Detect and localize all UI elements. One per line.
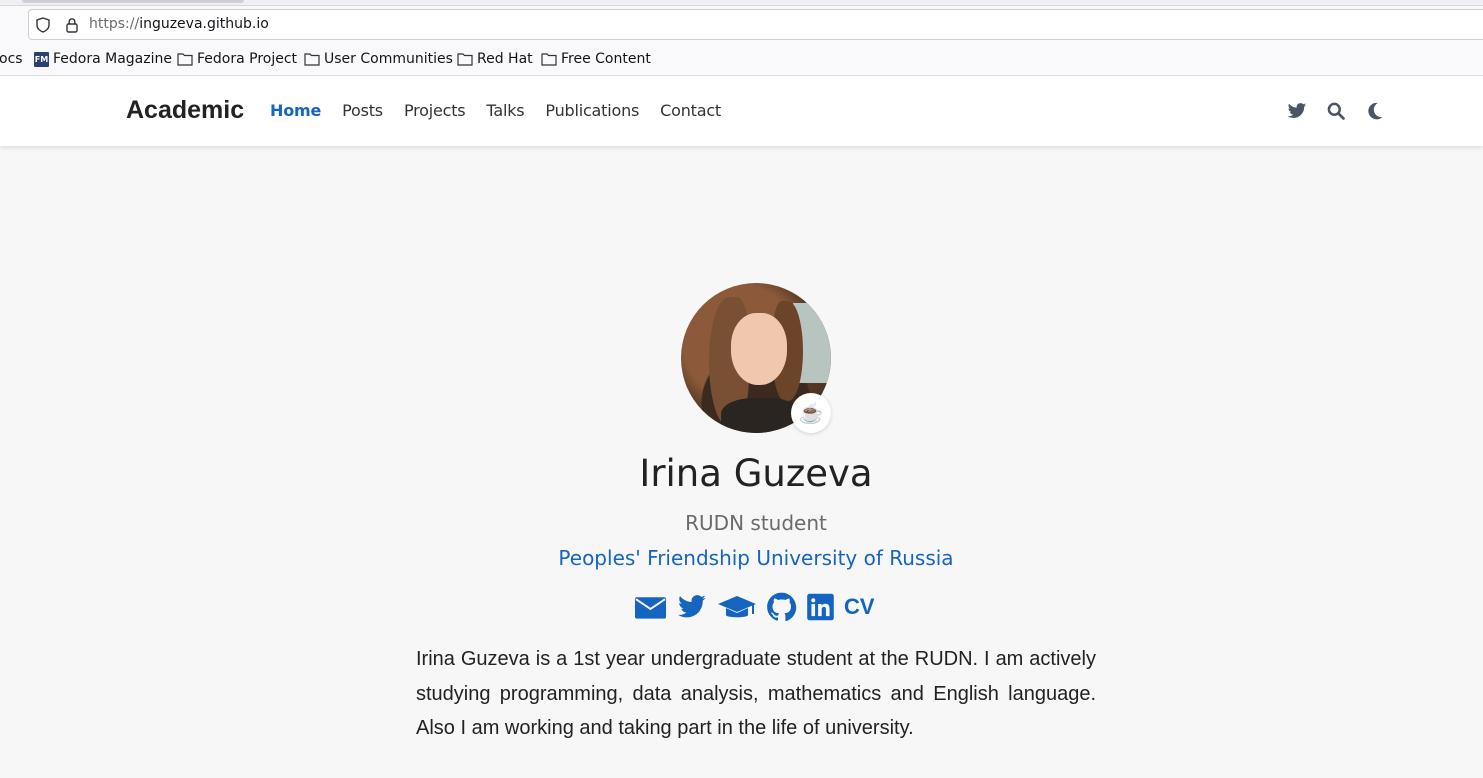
- folder-icon: [177, 53, 193, 66]
- nav-contact[interactable]: Contact: [660, 101, 721, 120]
- status-emoji: ☕: [791, 393, 831, 433]
- url-scheme: https://: [89, 16, 140, 32]
- bookmark-fedora-project[interactable]: Fedora Project: [177, 51, 297, 67]
- nav-talks[interactable]: Talks: [486, 101, 524, 120]
- profile-role: RUDN student: [685, 511, 827, 535]
- github-icon[interactable]: [766, 592, 797, 622]
- fedora-magazine-icon: FM: [34, 51, 49, 67]
- shield-icon[interactable]: [35, 17, 51, 33]
- bookmark-label: Free Content: [561, 51, 651, 67]
- cv-link[interactable]: CV: [844, 594, 875, 620]
- envelope-icon[interactable]: [634, 592, 667, 622]
- active-tab-edge[interactable]: [22, 0, 244, 3]
- folder-icon: [541, 53, 557, 66]
- bookmarks-bar: ocs FM Fedora Magazine Fedora Project Us…: [0, 44, 1483, 76]
- bookmark-label: User Communities: [324, 51, 453, 67]
- linkedin-icon[interactable]: [806, 592, 835, 622]
- folder-icon: [457, 53, 473, 66]
- bookmark-fedora-magazine[interactable]: FM Fedora Magazine: [34, 51, 172, 67]
- nav-publications[interactable]: Publications: [545, 101, 639, 120]
- moon-icon[interactable]: [1365, 101, 1385, 121]
- bookmark-label: ocs: [0, 51, 23, 67]
- twitter-icon[interactable]: [676, 592, 708, 622]
- profile-name: Irina Guzeva: [639, 452, 873, 495]
- url-text[interactable]: https://inguzeva.github.io: [89, 16, 269, 32]
- avatar: ☕: [681, 283, 831, 433]
- twitter-icon[interactable]: [1287, 101, 1307, 121]
- bookmark-label: Red Hat: [477, 51, 533, 67]
- avatar-face: [731, 313, 787, 385]
- url-bar[interactable]: https://inguzeva.github.io: [28, 9, 1483, 40]
- bookmark-user-communities[interactable]: User Communities: [304, 51, 453, 67]
- nav-home[interactable]: Home: [270, 101, 321, 120]
- bookmark-label: Fedora Magazine: [53, 51, 172, 67]
- site-brand[interactable]: Academic: [126, 96, 244, 125]
- site-navbar: Academic Home Posts Projects Talks Publi…: [0, 76, 1483, 146]
- avatar-shirt: [721, 398, 801, 433]
- bookmark-free-content[interactable]: Free Content: [541, 51, 651, 67]
- social-links: CV: [634, 592, 875, 622]
- bookmark-red-hat[interactable]: Red Hat: [457, 51, 533, 67]
- bookmark-docs[interactable]: ocs: [0, 51, 23, 67]
- lock-icon[interactable]: [65, 17, 79, 33]
- nav-projects[interactable]: Projects: [404, 101, 466, 120]
- nav-links: Home Posts Projects Talks Publications C…: [270, 101, 742, 120]
- graduation-cap-icon[interactable]: [717, 592, 757, 622]
- search-icon[interactable]: [1326, 101, 1346, 121]
- profile-bio: Irina Guzeva is a 1st year undergraduate…: [416, 648, 1096, 739]
- nav-posts[interactable]: Posts: [342, 101, 383, 120]
- profile-organization[interactable]: Peoples' Friendship University of Russia: [0, 546, 1483, 570]
- url-host: inguzeva.github.io: [139, 16, 269, 32]
- toolbar: https://inguzeva.github.io: [0, 6, 1483, 44]
- nav-tools: [1287, 101, 1385, 121]
- folder-icon: [304, 53, 320, 66]
- bookmark-label: Fedora Project: [197, 51, 298, 67]
